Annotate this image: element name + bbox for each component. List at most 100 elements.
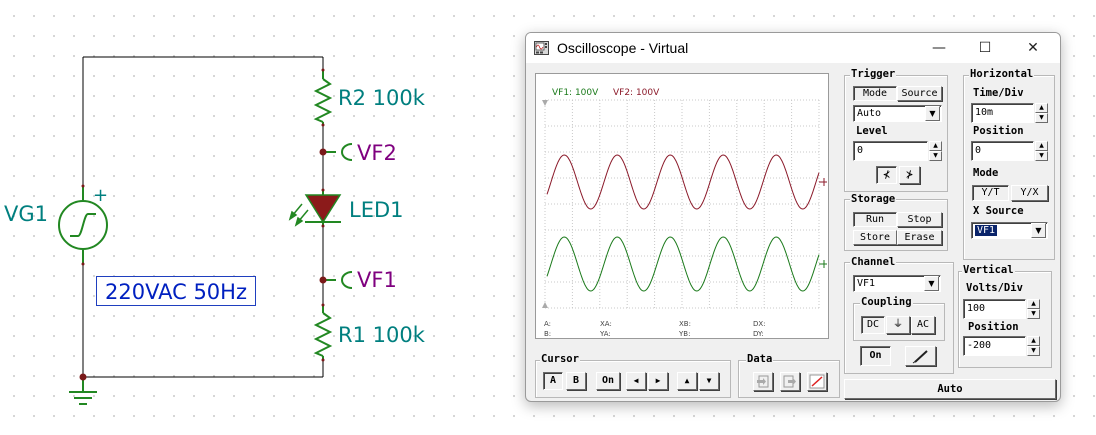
cursor-right-button[interactable]: ▶ [648, 372, 668, 390]
status-bar: Auto [844, 379, 1056, 399]
source-plus-sign: + [93, 185, 109, 206]
junction-dot [319, 276, 327, 284]
top-cursor-marker [542, 100, 548, 106]
close-button[interactable]: ✕ [1010, 33, 1056, 63]
data-title: Data [746, 353, 774, 365]
h-position-label: Position [973, 125, 1024, 137]
oscilloscope-window: Oscilloscope - Virtual — ☐ ✕ VF1: 100V V… [525, 32, 1061, 402]
vf1-ground-marker [819, 260, 827, 268]
channel-title: Channel [850, 256, 897, 268]
scope-plot [542, 99, 827, 309]
vf2-ground-marker [819, 178, 827, 186]
mode-label: Mode [973, 167, 999, 179]
maximize-button[interactable]: ☐ [962, 33, 1008, 63]
cursor-up-button[interactable]: ▲ [677, 372, 697, 390]
led-label: LED1 [349, 198, 404, 222]
falling-edge-button[interactable]: ⊁ [899, 166, 920, 184]
cursor-down-button[interactable]: ▼ [699, 372, 719, 390]
trigger-mode-button[interactable]: Mode [853, 86, 897, 101]
readout-yb: YB: [679, 330, 691, 338]
pen-icon [912, 350, 928, 364]
readout-dy: DY: [753, 330, 764, 338]
time-div-spinner[interactable]: ▲ ▼ [1035, 103, 1048, 123]
readout-a: A: [544, 320, 552, 328]
readout-xa: XA: [600, 320, 612, 328]
probe-color-button[interactable] [905, 346, 936, 366]
channel-on-button[interactable]: On [860, 346, 891, 366]
x-source-label: X Source [973, 205, 1024, 217]
store-button[interactable]: Store [853, 230, 897, 245]
bottom-cursor-marker [542, 302, 548, 308]
graph-icon [809, 374, 825, 389]
trigger-level-spinner[interactable]: ▲ ▼ [929, 141, 942, 161]
chevron-down-icon[interactable]: ▼ [924, 276, 939, 291]
vf2-trace [546, 154, 820, 210]
h-position-input[interactable]: 0 [971, 141, 1034, 161]
v-position-input[interactable]: -200 [963, 336, 1026, 356]
erase-button[interactable]: Erase [897, 230, 942, 245]
storage-title: Storage [850, 193, 897, 205]
r2-label: R2 100k [338, 86, 425, 110]
ground-coupling-button[interactable]: ⏚ [886, 316, 910, 334]
probe-vf1-icon [323, 271, 353, 289]
cursor-a-button[interactable]: A [543, 372, 563, 390]
probe-vf2-icon [323, 143, 353, 161]
r1-label: R1 100k [338, 323, 425, 347]
graph-data-button[interactable] [807, 372, 827, 391]
chevron-down-icon[interactable]: ▼ [925, 106, 940, 121]
readout-xb: XB: [679, 320, 691, 328]
vertical-title: Vertical [962, 264, 1015, 276]
junction-dot [79, 373, 87, 381]
h-position-spinner[interactable]: ▲ ▼ [1035, 141, 1048, 161]
volts-div-label: Volts/Div [966, 282, 1023, 294]
junction-dot [319, 148, 327, 156]
time-div-label: Time/Div [973, 87, 1024, 99]
resistor-r2-icon [313, 70, 333, 125]
run-button[interactable]: Run [853, 212, 897, 227]
trigger-mode-value: Auto [857, 108, 882, 119]
cursor-title: Cursor [540, 353, 580, 365]
vf2-label: VF2 [357, 141, 397, 165]
window-title: Oscilloscope - Virtual [557, 40, 689, 56]
v-position-label: Position [968, 321, 1019, 333]
scope-screen[interactable]: VF1: 100V VF2: 100V A: XA: XB: DX: B: YA… [535, 73, 829, 339]
ground-icon [69, 377, 97, 405]
x-source-value: VF1 [973, 224, 999, 237]
volts-div-input[interactable]: 100 [963, 299, 1026, 319]
trigger-level-label: Level [856, 125, 888, 137]
trigger-source-button[interactable]: Source [897, 86, 942, 101]
oscilloscope-app-icon [534, 41, 549, 55]
trigger-title: Trigger [850, 68, 897, 80]
yt-mode-button[interactable]: Y/T [972, 185, 1009, 201]
chevron-down-icon[interactable]: ▼ [1031, 223, 1046, 238]
rising-edge-button[interactable]: ⊀ [876, 166, 897, 184]
dc-coupling-button[interactable]: DC [861, 316, 885, 334]
channel-value: VF1 [857, 278, 876, 289]
export-data-button[interactable] [780, 372, 800, 391]
source-value-box[interactable]: 220VAC 50Hz [96, 276, 256, 306]
coupling-title: Coupling [860, 296, 913, 308]
v-position-spinner[interactable]: ▲ ▼ [1027, 336, 1040, 356]
stop-button[interactable]: Stop [897, 212, 942, 227]
import-data-button[interactable] [753, 372, 773, 391]
cursor-b-button[interactable]: B [566, 372, 586, 390]
led-icon [288, 190, 342, 227]
title-bar[interactable]: Oscilloscope - Virtual — ☐ ✕ [526, 33, 1060, 63]
readout-dx: DX: [753, 320, 766, 328]
source-name-label: VG1 [4, 202, 48, 226]
minimize-button[interactable]: — [916, 33, 962, 63]
import-icon [757, 375, 769, 388]
vf1-label: VF1 [357, 268, 397, 292]
time-div-input[interactable]: 10m [971, 103, 1034, 123]
volts-div-spinner[interactable]: ▲ ▼ [1027, 299, 1040, 319]
cursor-on-button[interactable]: On [596, 372, 620, 390]
cursor-left-button[interactable]: ◀ [626, 372, 646, 390]
vf1-trace [546, 236, 820, 292]
trigger-level-input[interactable]: 0 [853, 141, 928, 161]
resistor-r1-icon [313, 305, 333, 360]
readout-ya: YA: [600, 330, 611, 338]
ac-coupling-button[interactable]: AC [911, 316, 935, 334]
readout-b: B: [544, 330, 552, 338]
horizontal-title: Horizontal [969, 68, 1035, 80]
yx-mode-button[interactable]: Y/X [1011, 185, 1048, 201]
